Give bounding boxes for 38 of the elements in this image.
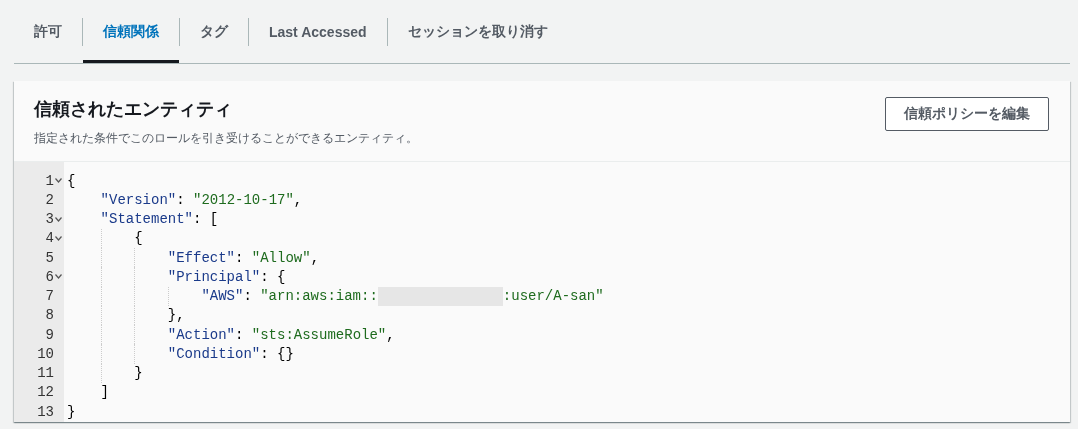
code-line: "Effect": "Allow", bbox=[167, 249, 320, 266]
line-number: 7 bbox=[45, 288, 54, 305]
line-number: 10 bbox=[37, 345, 54, 362]
line-number: 4 bbox=[45, 230, 54, 247]
panel-title: 信頼されたエンティティ bbox=[34, 98, 233, 121]
line-number: 12 bbox=[37, 384, 54, 401]
tab[interactable]: タグ bbox=[180, 0, 248, 63]
tab[interactable]: Last Accessed bbox=[249, 0, 387, 63]
panel-description: 指定された条件でこのロールを引き受けることができるエンティティ。 bbox=[34, 130, 418, 147]
code-line: "Statement": [ bbox=[100, 211, 219, 228]
edit-policy-button[interactable]: 信頼ポリシーを編集 bbox=[885, 97, 1049, 131]
fold-caret-icon[interactable] bbox=[55, 216, 62, 222]
tab[interactable]: 信頼関係 bbox=[83, 0, 179, 63]
line-number: 2 bbox=[45, 191, 54, 208]
fold-caret-icon[interactable] bbox=[55, 178, 62, 184]
line-number: 1 bbox=[45, 172, 54, 189]
code-line: } bbox=[67, 403, 76, 420]
fold-caret-icon[interactable] bbox=[55, 274, 62, 280]
fold-caret-icon[interactable] bbox=[55, 235, 62, 241]
code-line: "Condition": {} bbox=[167, 345, 294, 362]
line-number: 13 bbox=[37, 403, 54, 420]
code-line: }, bbox=[167, 307, 185, 324]
code-line: { bbox=[67, 172, 76, 189]
code-line: "AWS": "arn:aws:iam:: :user/A-san" bbox=[201, 286, 604, 306]
code-line: ] bbox=[100, 384, 109, 401]
tab[interactable]: 許可 bbox=[14, 0, 82, 63]
line-number: 9 bbox=[45, 326, 54, 343]
line-number: 3 bbox=[45, 211, 54, 228]
line-number: 5 bbox=[45, 249, 54, 266]
code-line: "Action": "sts:AssumeRole", bbox=[167, 326, 395, 343]
code-line: { bbox=[134, 230, 143, 247]
line-number: 8 bbox=[45, 307, 54, 324]
tab[interactable]: セッションを取り消す bbox=[387, 0, 568, 63]
line-number: 11 bbox=[37, 365, 54, 382]
code-line: } bbox=[134, 365, 143, 382]
code-line: "Version": "2012-10-17", bbox=[100, 191, 303, 208]
code-line: "Principal": { bbox=[167, 268, 286, 285]
line-number: 6 bbox=[45, 268, 54, 285]
